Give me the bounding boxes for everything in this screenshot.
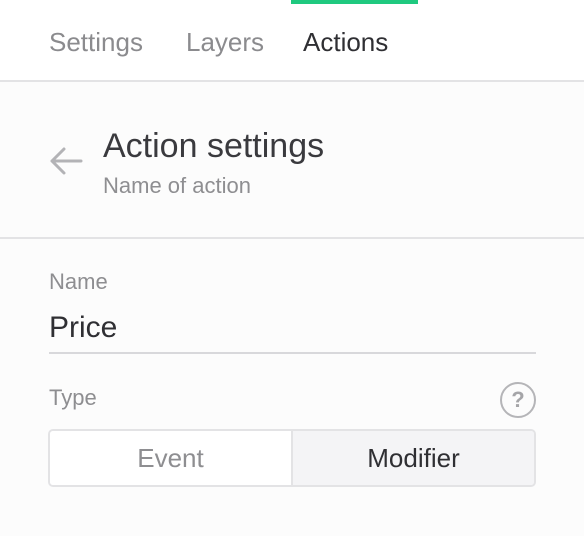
tab-settings[interactable]: Settings (49, 26, 143, 58)
page-title: Action settings (103, 127, 325, 165)
question-circle-icon[interactable]: ? (500, 382, 536, 418)
active-tab-indicator (291, 0, 418, 4)
tab-bar: Settings Layers Actions (0, 0, 584, 82)
page-subtitle: Name of action (103, 173, 251, 198)
type-option-modifier[interactable]: Modifier (291, 431, 534, 485)
action-form: Name Type ? Event Modifier (0, 239, 584, 536)
name-field-label: Name (49, 269, 108, 294)
type-segmented-control: Event Modifier (48, 429, 536, 487)
action-settings-panel: Settings Layers Actions Action settings … (0, 0, 584, 536)
name-input[interactable] (49, 304, 536, 354)
type-field-label: Type (49, 385, 97, 410)
section-header: Action settings Name of action (0, 82, 584, 239)
tab-layers[interactable]: Layers (186, 26, 264, 58)
type-option-event[interactable]: Event (50, 431, 291, 485)
arrow-left-icon[interactable] (49, 146, 83, 176)
tab-actions[interactable]: Actions (303, 26, 388, 58)
